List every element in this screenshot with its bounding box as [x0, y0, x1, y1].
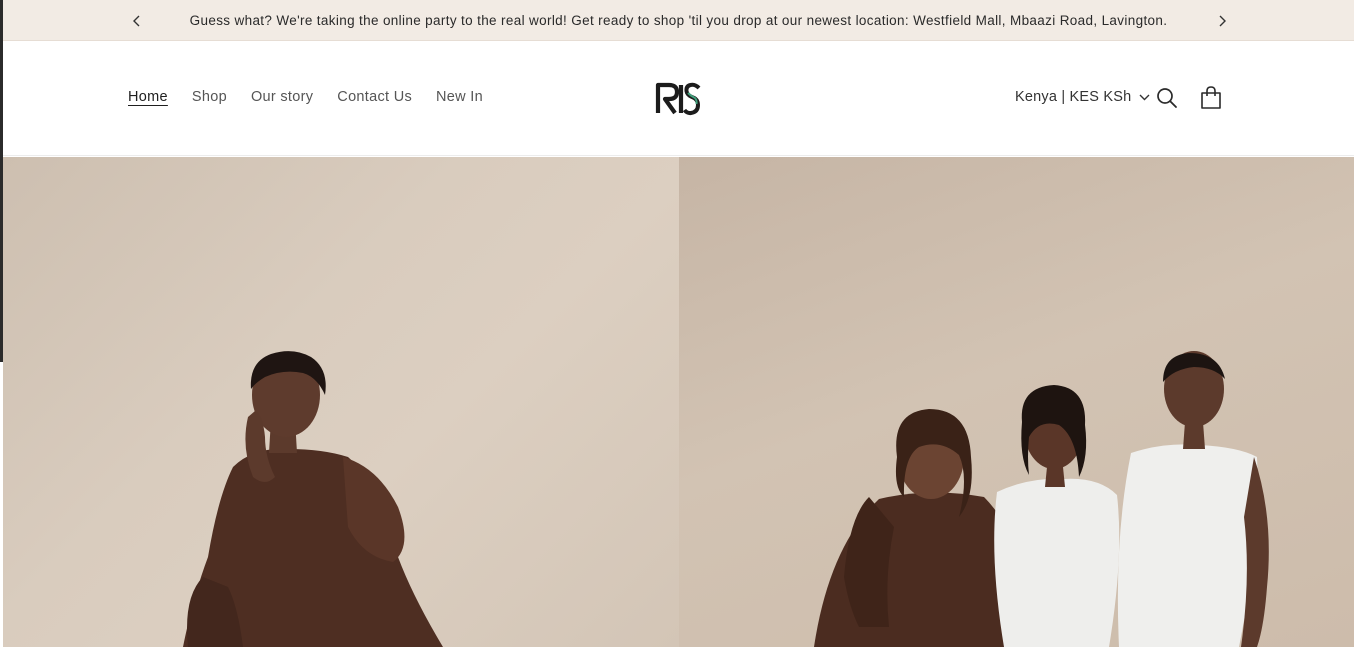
nav-item-new-in[interactable]: New In	[436, 89, 483, 105]
model-seated-illustration	[183, 351, 443, 647]
chevron-left-icon	[133, 15, 140, 27]
scrollbar-gutter	[1354, 0, 1358, 647]
hero-image-right[interactable]	[679, 157, 1354, 647]
cart-icon	[1201, 86, 1221, 109]
nav-item-contact-us[interactable]: Contact Us	[337, 89, 412, 105]
three-models-illustration	[814, 351, 1269, 647]
chevron-right-icon	[1219, 15, 1226, 27]
chevron-down-icon	[1139, 94, 1150, 101]
announcement-text: Guess what? We're taking the online part…	[189, 12, 1168, 28]
cart-button[interactable]	[1199, 85, 1223, 111]
announcement-prev-button[interactable]	[126, 10, 148, 32]
hero-banner	[3, 157, 1354, 647]
country-currency-selector[interactable]: Kenya | KES KSh	[1015, 89, 1150, 105]
search-icon	[1157, 88, 1177, 108]
search-button[interactable]	[1155, 86, 1179, 110]
nav-item-home[interactable]: Home	[128, 89, 168, 105]
brand-logo[interactable]	[655, 79, 703, 117]
currency-label: Kenya | KES KSh	[1015, 89, 1132, 105]
announcement-bar: Guess what? We're taking the online part…	[3, 0, 1354, 41]
hero-image-left[interactable]	[3, 157, 679, 647]
nav-item-our-story[interactable]: Our story	[251, 89, 313, 105]
site-header: Home Shop Our story Contact Us New In Ke…	[3, 41, 1354, 156]
nav-item-shop[interactable]: Shop	[192, 89, 227, 105]
main-nav: Home Shop Our story Contact Us New In	[128, 89, 483, 105]
announcement-next-button[interactable]	[1211, 10, 1233, 32]
